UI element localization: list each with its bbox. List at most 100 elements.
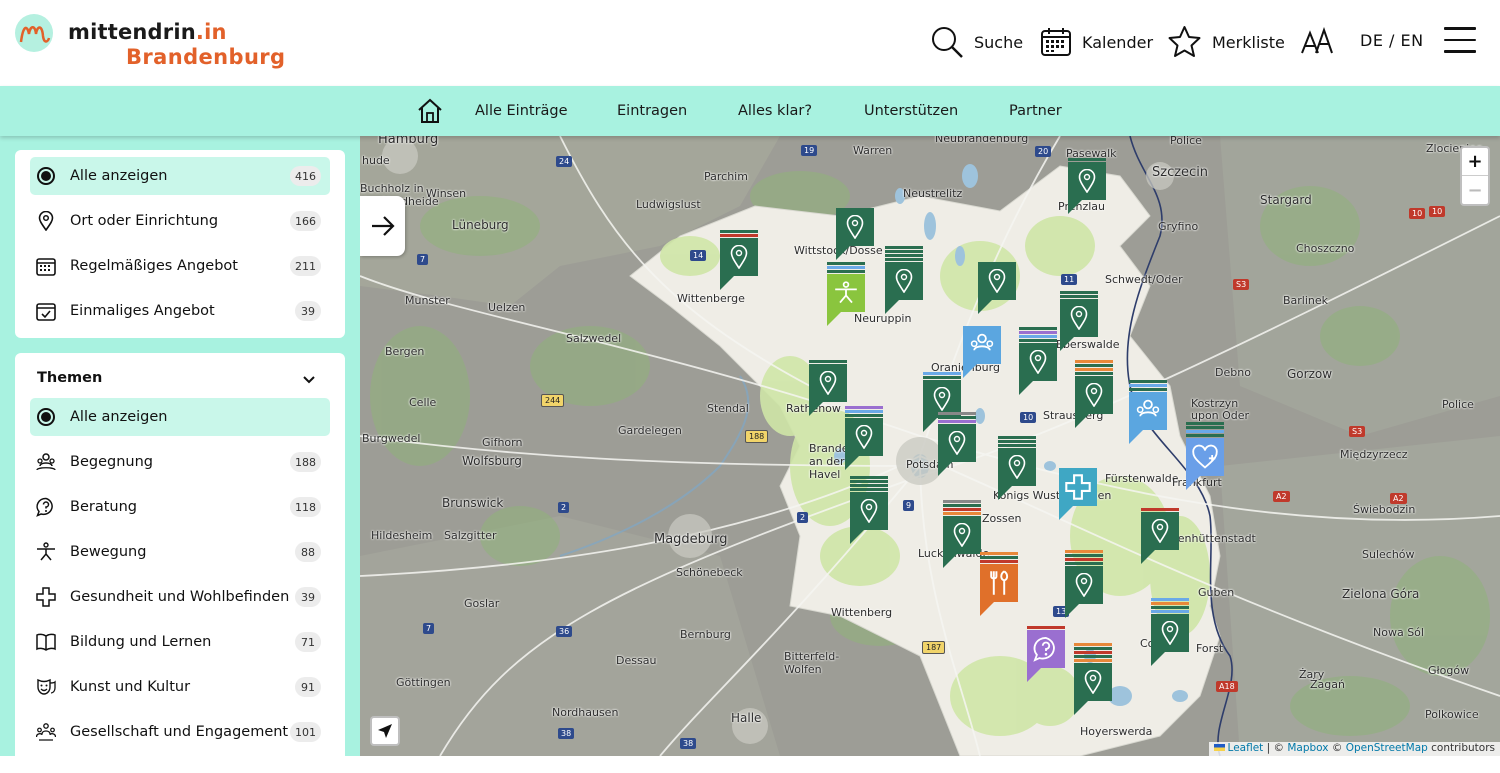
locate-button[interactable]	[370, 716, 400, 746]
home-icon[interactable]	[417, 98, 443, 124]
map-label: Choszczno	[1296, 242, 1355, 255]
themen-filter-bildung[interactable]: Bildung und Lernen 71	[30, 623, 330, 661]
pin-icon	[895, 269, 913, 293]
map-marker[interactable]	[1019, 327, 1057, 395]
road-shield: 10	[1409, 208, 1426, 219]
map-label: Barlinek	[1283, 294, 1329, 307]
road-shield: A2	[1273, 491, 1290, 502]
map-marker[interactable]	[1059, 468, 1097, 520]
road-shield: 244	[541, 394, 565, 407]
map-marker[interactable]	[845, 406, 883, 470]
type-filter-regular[interactable]: Regelmäßiges Angebot 211	[30, 247, 330, 285]
map-label: Halle	[731, 711, 762, 725]
map-marker[interactable]	[1141, 508, 1179, 564]
map-label: Zielona Góra	[1342, 587, 1420, 601]
map-marker[interactable]	[943, 500, 981, 568]
map-label: Guben	[1198, 586, 1235, 599]
masks-icon	[37, 678, 56, 695]
tools-icon	[990, 570, 1009, 595]
calendar-button[interactable]: Kalender	[1040, 22, 1153, 62]
map-marker[interactable]	[1074, 643, 1112, 715]
themen-filter-kunst[interactable]: Kunst und Kultur 91	[30, 668, 330, 706]
map-marker[interactable]	[963, 326, 1001, 378]
type-filter-all[interactable]: Alle anzeigen 416	[30, 157, 330, 195]
map-label: Schönebeck	[676, 566, 743, 579]
people-icon	[1136, 399, 1160, 417]
themen-filter-bewegung[interactable]: Bewegung 88	[30, 533, 330, 571]
map-marker[interactable]	[809, 360, 847, 416]
nav-unterstuetzen[interactable]: Unterstützen	[864, 103, 958, 119]
main-nav: Alle Einträge Eintragen Alles klar? Unte…	[0, 86, 1500, 136]
map-marker[interactable]	[1065, 550, 1103, 618]
road-shield: 38	[558, 728, 575, 739]
community-icon	[36, 723, 56, 741]
map-marker[interactable]	[720, 230, 758, 290]
menu-button[interactable]	[1444, 27, 1476, 53]
search-icon	[932, 27, 963, 58]
road-shield: 2	[558, 502, 570, 513]
map-marker[interactable]	[1186, 422, 1224, 490]
map-marker[interactable]	[980, 552, 1018, 616]
themen-filter-gesellschaft[interactable]: Gesellschaft und Engagement 101	[30, 713, 330, 751]
zoom-in-button[interactable]: +	[1462, 148, 1488, 176]
themen-filter-begegnung[interactable]: Begegnung 188	[30, 443, 330, 481]
themen-filter-beratung[interactable]: Beratung 118	[30, 488, 330, 526]
map-marker[interactable]	[1075, 360, 1113, 428]
logo-region[interactable]: Brandenburg	[126, 45, 285, 69]
themen-filter-gesundheit[interactable]: Gesundheit und Wohlbefinden 39	[30, 578, 330, 616]
map-marker[interactable]	[978, 262, 1016, 314]
watchlist-button[interactable]: Merkliste	[1167, 22, 1285, 62]
question-bubble-icon	[36, 497, 53, 517]
chevron-down-icon[interactable]	[301, 371, 317, 387]
expand-sidebar-button[interactable]	[360, 196, 405, 256]
map-marker[interactable]	[1027, 626, 1065, 682]
map-marker[interactable]	[885, 246, 923, 314]
nav-partner[interactable]: Partner	[1009, 103, 1062, 119]
count-badge: 188	[290, 452, 321, 472]
map-label: Głogów	[1428, 664, 1470, 677]
count-badge: 211	[290, 256, 321, 276]
calendar-check-icon	[36, 303, 56, 321]
zoom-out-button[interactable]: −	[1462, 176, 1488, 204]
count-badge: 88	[295, 542, 321, 562]
road-shield: 7	[417, 254, 429, 265]
type-filter-once[interactable]: Einmaliges Angebot 39	[30, 292, 330, 330]
count-badge: 91	[295, 677, 321, 697]
map-marker[interactable]	[998, 436, 1036, 500]
location-arrow-icon	[378, 724, 392, 738]
search-button[interactable]: Suche	[930, 22, 1023, 62]
logo-icon[interactable]	[13, 12, 55, 54]
pin-icon	[38, 211, 54, 231]
radio-selected-icon	[37, 167, 55, 185]
map-marker[interactable]	[1151, 598, 1189, 666]
themen-filter-all[interactable]: Alle anzeigen	[30, 398, 330, 436]
map-label: Dessau	[616, 654, 657, 667]
map-marker[interactable]	[938, 412, 976, 476]
map-marker[interactable]	[1129, 380, 1167, 444]
map-marker[interactable]	[1068, 158, 1106, 214]
logo-text[interactable]: mittendrin.in	[68, 20, 227, 44]
map-label: Bitterfeld-Wolfen	[784, 650, 840, 676]
map-view[interactable]: Hamburg hude Buchholz in der Nordheide W…	[360, 136, 1500, 756]
language-switch[interactable]: DE / EN	[1360, 31, 1424, 50]
mapbox-link[interactable]: Mapbox	[1287, 742, 1328, 754]
map-label: Police	[1442, 398, 1474, 411]
font-size-button[interactable]	[1300, 22, 1334, 62]
map-marker[interactable]	[836, 208, 874, 260]
type-filter-place[interactable]: Ort oder Einrichtung 166	[30, 202, 330, 240]
map-marker[interactable]	[1060, 291, 1098, 351]
nav-alles-klar[interactable]: Alles klar?	[738, 103, 812, 119]
osm-link[interactable]: OpenStreetMap	[1346, 742, 1428, 754]
type-filter-card: Alle anzeigen 416 Ort oder Einrichtung 1…	[15, 150, 345, 338]
map-label: Ludwigslust	[636, 198, 701, 211]
leaflet-link[interactable]: Leaflet	[1228, 742, 1264, 754]
nav-eintragen[interactable]: Eintragen	[617, 103, 687, 119]
road-shield: 24	[556, 156, 573, 167]
map-label: Wittenberg	[831, 606, 893, 619]
map-marker[interactable]	[850, 476, 888, 544]
nav-alle-eintraege[interactable]: Alle Einträge	[475, 103, 568, 119]
map-label: Warren	[853, 144, 893, 157]
exercise-icon	[37, 542, 55, 561]
map-marker[interactable]	[827, 262, 865, 326]
road-shield: 11	[1061, 274, 1078, 285]
